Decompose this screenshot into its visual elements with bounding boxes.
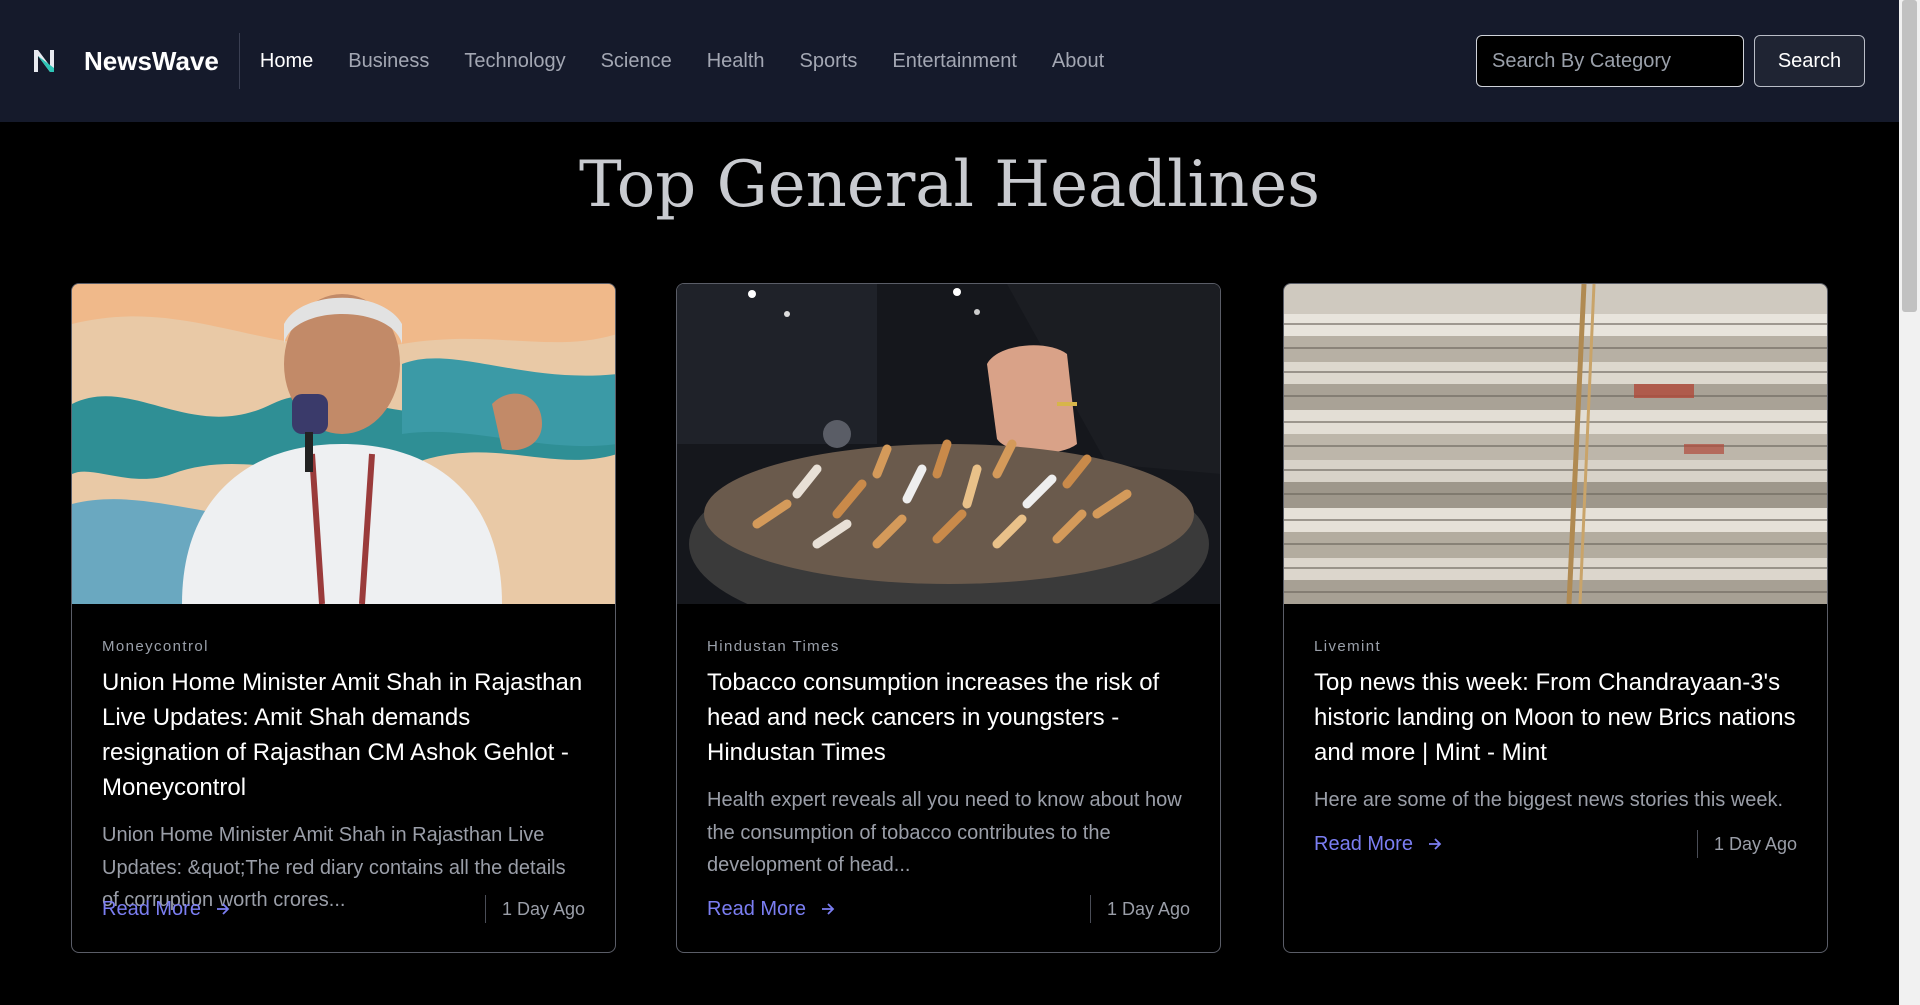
search-input[interactable] [1476, 35, 1744, 87]
article-source: Livemint [1314, 638, 1382, 655]
article-source: Moneycontrol [102, 638, 209, 655]
article-title: Top news this week: From Chandrayaan-3's… [1314, 669, 1796, 766]
news-card: Moneycontrol Union Home Minister Amit Sh… [71, 283, 616, 953]
brand[interactable]: NewsWave [28, 33, 240, 89]
card-body: Hindustan Times Tobacco consumption incr… [677, 638, 1220, 882]
brand-name[interactable]: NewsWave [84, 46, 219, 77]
search-button[interactable]: Search [1754, 35, 1865, 87]
nav-link-science[interactable]: Science [601, 50, 672, 73]
page-title: Top General Headlines [579, 148, 1320, 222]
article-image-cigarettes [677, 284, 1220, 604]
article-time: 1 Day Ago [484, 895, 585, 923]
nav-link-business[interactable]: Business [348, 50, 429, 73]
read-more-link[interactable]: Read More [707, 898, 836, 921]
scrollbar-thumb[interactable] [1902, 0, 1917, 312]
nav-link-sports[interactable]: Sports [800, 50, 858, 73]
newswave-logo-icon[interactable] [28, 45, 60, 77]
nav-link-technology[interactable]: Technology [464, 50, 565, 73]
card-footer: Read More 1 Day Ago [102, 894, 585, 924]
nav-link-entertainment[interactable]: Entertainment [892, 50, 1017, 73]
article-time: 1 Day Ago [1089, 895, 1190, 923]
arrow-right-icon[interactable] [1427, 836, 1443, 852]
article-title: Tobacco consumption increases the risk o… [707, 669, 1160, 766]
top-navbar: NewsWave Home Business Technology Scienc… [0, 0, 1899, 122]
news-card: Hindustan Times Tobacco consumption incr… [676, 283, 1221, 953]
nav-link-about[interactable]: About [1052, 50, 1104, 73]
arrow-right-icon[interactable] [215, 901, 231, 917]
article-description: Health expert reveals all you need to kn… [707, 789, 1182, 876]
news-card: Livemint Top news this week: From Chandr… [1283, 283, 1828, 953]
card-body: Livemint Top news this week: From Chandr… [1284, 638, 1827, 817]
page-scrollbar[interactable] [1899, 0, 1920, 1005]
read-more-label[interactable]: Read More [102, 898, 201, 921]
card-footer: Read More 1 Day Ago [707, 894, 1190, 924]
arrow-right-icon[interactable] [820, 901, 836, 917]
card-body: Moneycontrol Union Home Minister Amit Sh… [72, 638, 615, 917]
read-more-link[interactable]: Read More [1314, 833, 1443, 856]
nav-links: Home Business Technology Science Health … [260, 50, 1139, 73]
nav-link-home[interactable]: Home [260, 50, 313, 73]
article-time: 1 Day Ago [1696, 830, 1797, 858]
search-form: Search [1476, 35, 1865, 87]
article-title: Union Home Minister Amit Shah in Rajasth… [102, 669, 583, 801]
article-image-amit-shah [72, 284, 615, 604]
read-more-label[interactable]: Read More [1314, 833, 1413, 856]
article-description: Here are some of the biggest news storie… [1314, 789, 1784, 811]
read-more-link[interactable]: Read More [102, 898, 231, 921]
card-footer: Read More 1 Day Ago [1314, 829, 1797, 859]
read-more-label[interactable]: Read More [707, 898, 806, 921]
nav-link-health[interactable]: Health [707, 50, 765, 73]
article-source: Hindustan Times [707, 638, 840, 655]
article-image-newspapers [1284, 284, 1827, 604]
